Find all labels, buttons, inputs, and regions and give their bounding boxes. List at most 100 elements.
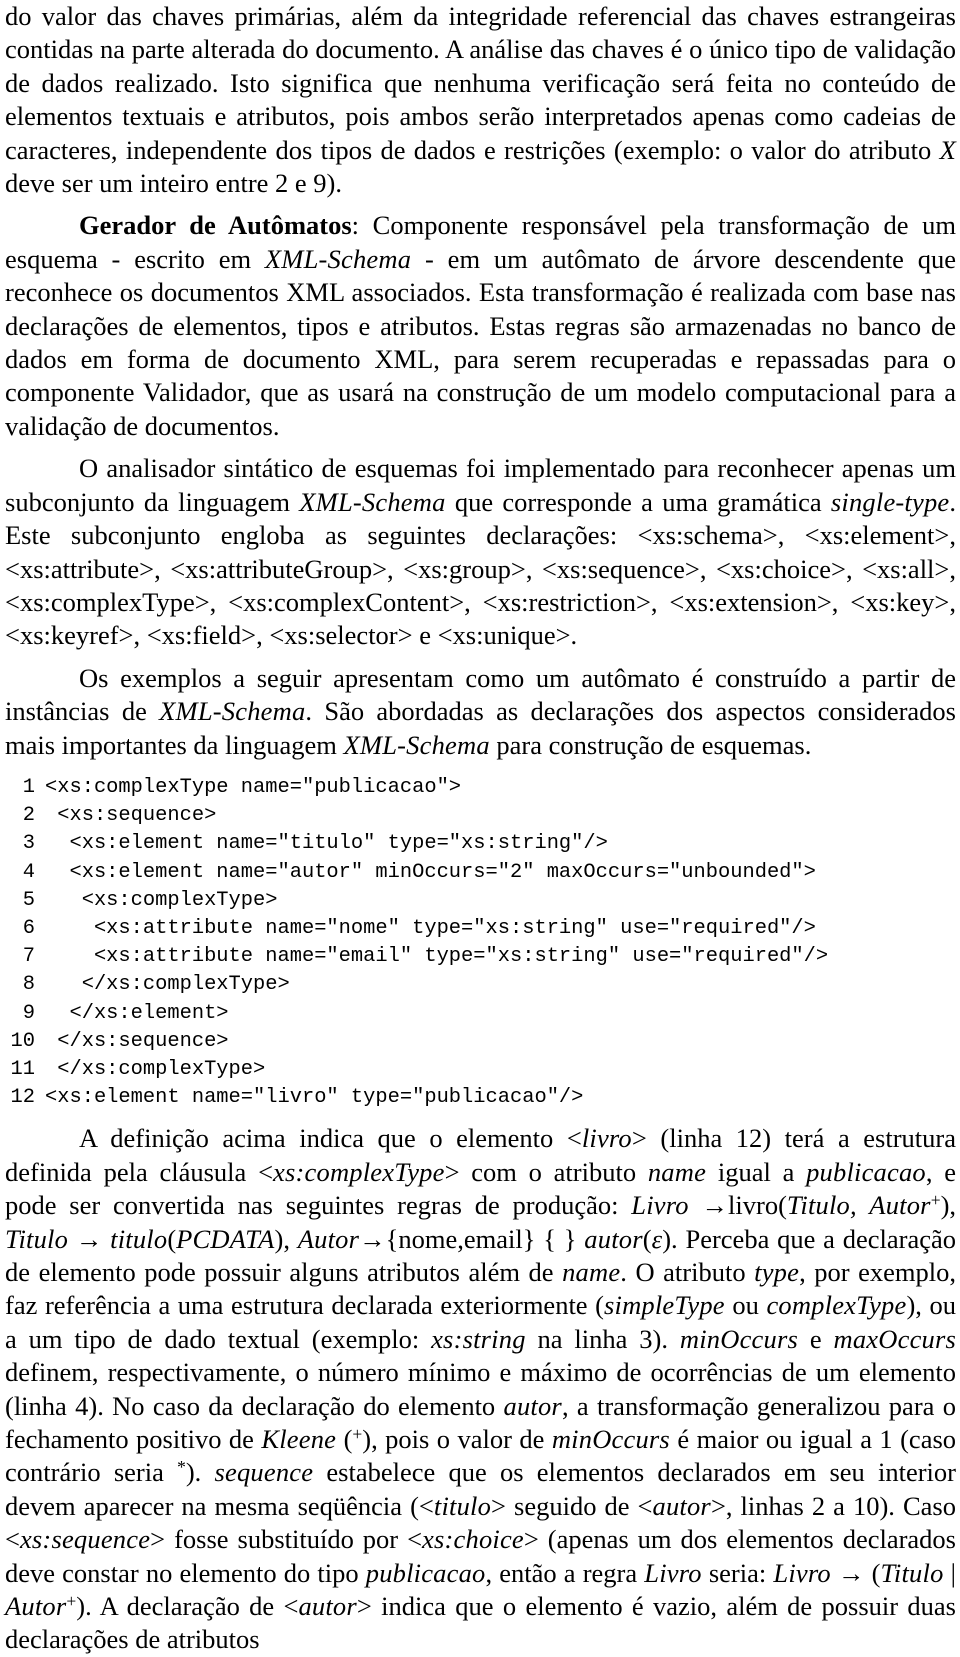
inline-heading: Gerador de Autômatos [79, 210, 352, 241]
code-line-text: <xs:element name="livro" type="publicaca… [45, 1086, 584, 1110]
code-line-text: </xs:sequence> [45, 1029, 229, 1053]
math-italic-term: autor [503, 1390, 562, 1421]
text-run: ), [940, 1190, 957, 1221]
code-line-number: 9 [22, 1001, 35, 1025]
code-line-text: <xs:element name="autor" minOccurs="2" m… [45, 860, 816, 884]
text-run: ou [724, 1290, 767, 1321]
code-line-text: <xs:complexType> [45, 888, 278, 912]
code-line-number: 2 [22, 804, 35, 828]
math-italic-term: titulo [110, 1223, 168, 1254]
text-run: ). [185, 1457, 215, 1488]
code-line-number: 7 [22, 945, 35, 969]
math-superscript: + [66, 1591, 77, 1612]
text-run: ( [167, 1223, 177, 1254]
document-page: do valor das chaves primárias, além da i… [0, 0, 960, 1654]
text-run: → ( [830, 1557, 881, 1588]
math-italic-term: Livro [773, 1557, 831, 1588]
math-italic-term: X [939, 134, 956, 165]
math-italic-term: complexType [766, 1290, 907, 1321]
code-line-number: 5 [22, 888, 35, 912]
code-line: 4 <xs:element name="autor" minOccurs="2"… [5, 859, 960, 887]
math-italic-term: autor [584, 1223, 643, 1254]
text-run: deve ser um inteiro entre 2 e 9). [5, 168, 343, 199]
math-italic-term: maxOccurs [833, 1323, 957, 1354]
math-italic-term: titulo [433, 1490, 492, 1521]
code-listing-xml-schema: 1 <xs:complexType name="publicacao"> 2 <xs… [0, 774, 960, 1112]
math-italic-term: autor [652, 1490, 711, 1521]
code-line-text: </xs:complexType> [45, 1057, 266, 1081]
text-run: →{nome,email} { } [359, 1223, 585, 1254]
math-italic-term: publicacao [365, 1557, 486, 1588]
math-italic-term: publicacao [806, 1156, 926, 1187]
math-italic-term: XML-Schema [264, 243, 412, 274]
math-italic-term: name [562, 1257, 621, 1287]
text-run: do valor das chaves primárias, além da i… [5, 1, 956, 165]
text-run: livro [728, 1190, 779, 1221]
math-italic-term: Autor [5, 1591, 67, 1622]
text-run: ( [642, 1223, 652, 1254]
math-italic-term: Titulo, Autor [786, 1190, 931, 1221]
math-italic-term: name [647, 1156, 707, 1187]
math-italic-term: livro [581, 1123, 632, 1154]
paragraph-exemplos-a-seguir: Os exemplos a seguir apresentam como um … [0, 662, 960, 762]
math-italic-term: minOccurs [679, 1323, 798, 1354]
code-line: 7 <xs:attribute name="email" type="xs:st… [5, 943, 960, 971]
code-line-text: </xs:element> [45, 1001, 229, 1025]
math-italic-term: minOccurs [551, 1424, 670, 1455]
code-line: 5 <xs:complexType> [5, 887, 960, 915]
paragraph-definicao-acima: A definição acima indica que o elemento … [0, 1122, 960, 1657]
code-line-number: 12 [10, 1086, 35, 1110]
paragraph-continuation-validacao: do valor das chaves primárias, além da i… [0, 0, 960, 200]
text-run: | [943, 1557, 956, 1588]
text-run: → [68, 1223, 111, 1254]
math-italic-term: xs:complexType [273, 1156, 445, 1187]
production-arrow: → [688, 1190, 729, 1221]
code-line-text: <xs:sequence> [45, 804, 217, 828]
code-line-number: 11 [10, 1057, 35, 1081]
math-superscript: * [177, 1457, 186, 1478]
text-run: , então a regra [485, 1557, 645, 1588]
math-italic-term: autor [298, 1591, 357, 1622]
math-italic-term: type [754, 1257, 800, 1287]
code-line: 8 </xs:complexType> [5, 971, 960, 999]
math-italic-term: Kleene [261, 1424, 337, 1455]
text-run: na linha 3). [525, 1323, 680, 1354]
code-line: 10 </xs:sequence> [5, 1028, 960, 1056]
math-italic-term: Autor [297, 1223, 360, 1254]
math-italic-term: single-type [830, 486, 950, 517]
text-run: ). A declaração de < [76, 1591, 299, 1622]
code-line-text: <xs:attribute name="email" type="xs:stri… [45, 945, 829, 969]
text-run: > fosse substituído por < [150, 1524, 423, 1555]
text-run: que corresponde a uma gramática [445, 486, 831, 517]
code-line-number: 3 [22, 832, 35, 856]
code-line-number: 8 [22, 973, 35, 997]
code-line-text: <xs:attribute name="nome" type="xs:strin… [45, 916, 816, 940]
paragraph-analisador-sintatico: O analisador sintático de esquemas foi i… [0, 452, 960, 652]
math-superscript: + [352, 1424, 363, 1445]
code-line: 6 <xs:attribute name="nome" type="xs:str… [5, 915, 960, 943]
math-italic-term: Livro [644, 1557, 702, 1588]
code-line-text: <xs:complexType name="publicacao"> [45, 775, 462, 799]
code-line-number: 6 [22, 916, 35, 940]
code-line: 1 <xs:complexType name="publicacao"> [5, 774, 960, 802]
code-line: 3 <xs:element name="titulo" type="xs:str… [5, 830, 960, 858]
text-run: ( [336, 1424, 353, 1455]
math-italic-term: xs:string [431, 1323, 526, 1354]
text-run: . O atributo [620, 1257, 755, 1287]
text-run: e [797, 1323, 834, 1354]
text-run: ), [274, 1223, 298, 1254]
math-italic-term: simpleType [604, 1290, 725, 1321]
math-italic-term: xs:choice [422, 1524, 524, 1555]
text-run: ), pois o valor de [362, 1424, 552, 1455]
code-line-text: </xs:complexType> [45, 973, 290, 997]
math-italic-term: Livro [631, 1190, 689, 1221]
math-italic-term: PCDATA [176, 1223, 275, 1254]
code-line-text: <xs:element name="titulo" type="xs:strin… [45, 832, 608, 856]
code-line: 11 </xs:complexType> [5, 1056, 960, 1084]
text-run: ( [778, 1190, 787, 1221]
text-run: igual a [706, 1156, 807, 1187]
math-italic-term: XML-Schema [343, 729, 490, 760]
math-italic-term: XML-Schema [299, 486, 446, 517]
